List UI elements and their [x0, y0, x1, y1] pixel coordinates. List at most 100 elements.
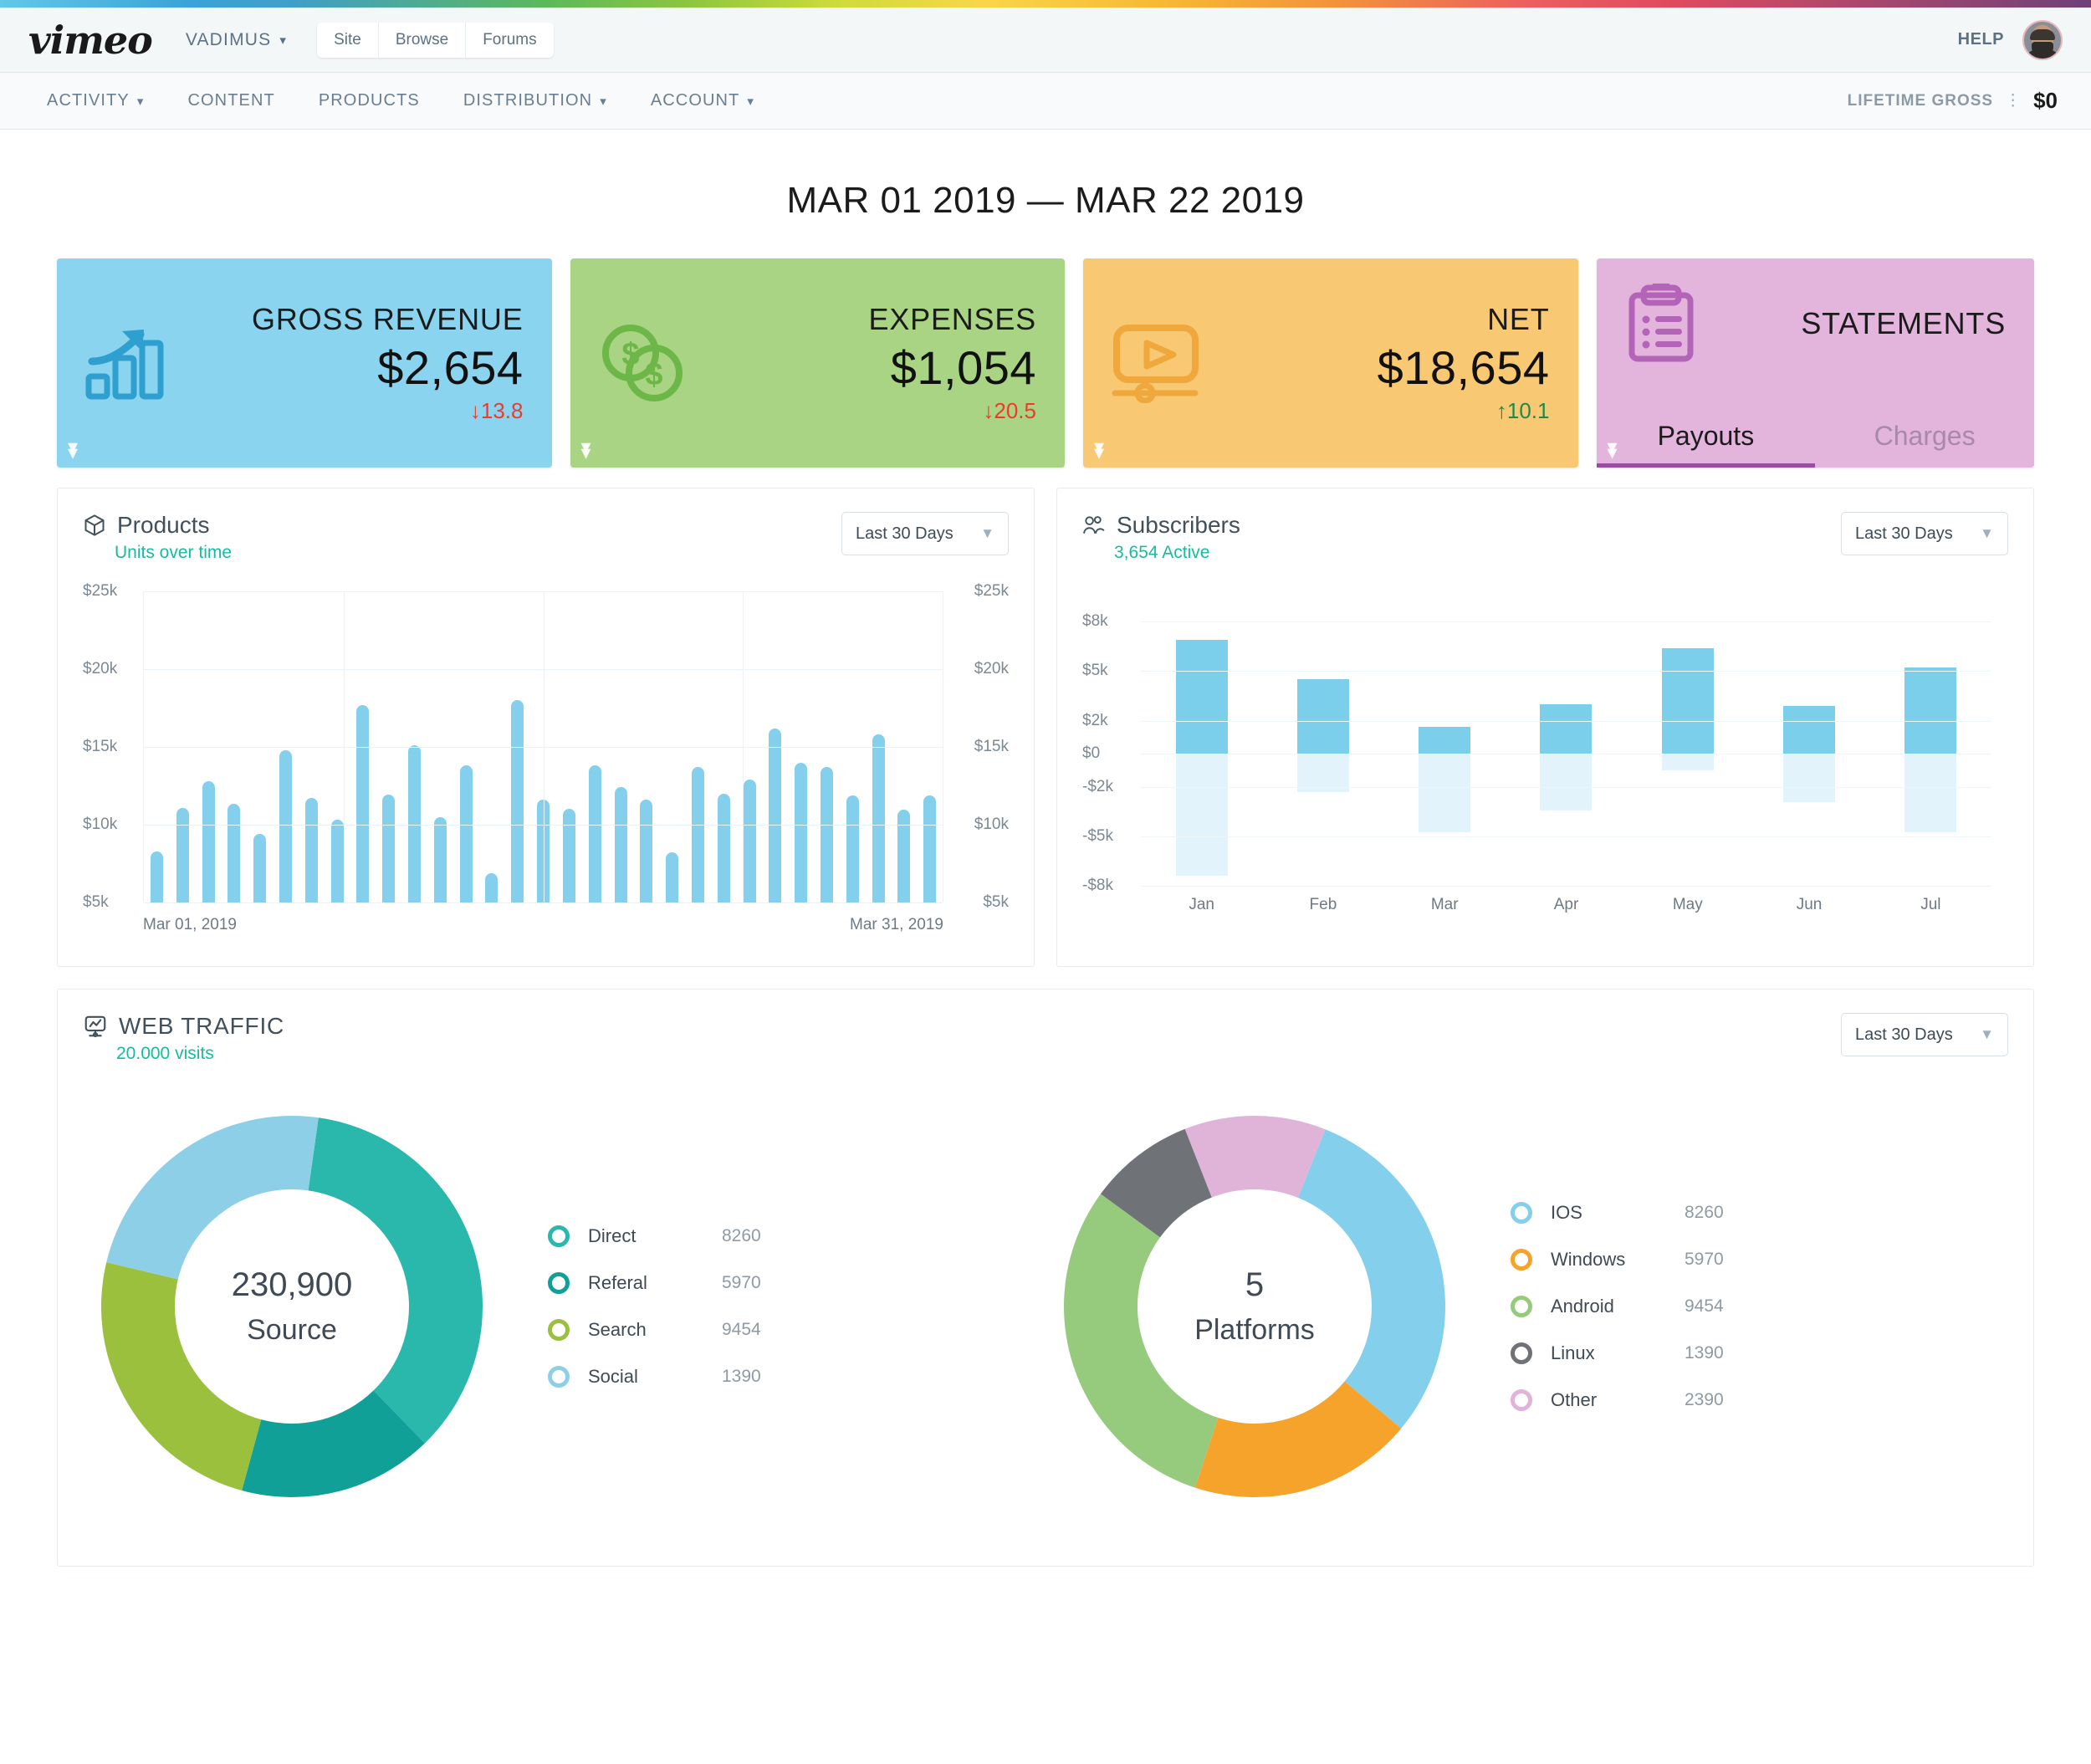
bar-cell[interactable] [633, 800, 659, 902]
platforms-donut[interactable]: 5 Platforms [1046, 1097, 1464, 1516]
bar-cell[interactable] [325, 820, 350, 902]
nav-item-products[interactable]: PRODUCTS [297, 91, 442, 110]
bar[interactable] [744, 780, 756, 902]
bar[interactable] [563, 809, 575, 902]
legend-item[interactable]: Referal5970 [548, 1260, 761, 1306]
bar-cell[interactable] [504, 700, 530, 902]
bar[interactable] [897, 810, 910, 902]
bar-cell[interactable] [221, 804, 247, 902]
bar-cell[interactable] [299, 798, 325, 902]
bar-cell[interactable] [556, 809, 582, 902]
bar[interactable] [718, 794, 730, 902]
bar[interactable] [923, 795, 936, 902]
bar[interactable] [151, 851, 163, 902]
legend-item[interactable]: IOS8260 [1511, 1189, 1724, 1236]
bar[interactable] [769, 729, 781, 902]
expand-chevrons-icon[interactable]: ▾▾ [1094, 441, 1104, 461]
bar-cell[interactable] [685, 767, 711, 902]
bar-lost[interactable] [1783, 754, 1835, 802]
legend-item[interactable]: Linux1390 [1511, 1330, 1724, 1377]
bar-cell[interactable] [711, 794, 737, 902]
bar[interactable] [615, 787, 627, 902]
bar[interactable] [356, 705, 369, 902]
bar-gained[interactable] [1904, 667, 1956, 754]
bar-gained[interactable] [1540, 704, 1592, 754]
nav-item-distribution[interactable]: DISTRIBUTION ▾ [442, 91, 629, 110]
nav-item-account[interactable]: ACCOUNT ▾ [629, 91, 776, 110]
bar-cell[interactable] [453, 765, 479, 902]
bar[interactable] [511, 700, 524, 902]
bar[interactable] [382, 795, 395, 902]
seg-forums[interactable]: Forums [466, 23, 553, 58]
bar-cell[interactable] [840, 795, 866, 902]
bar-lost[interactable] [1176, 754, 1228, 876]
bar-cell[interactable] [479, 873, 505, 902]
bar-cell[interactable] [427, 817, 453, 902]
bar-gained[interactable] [1662, 648, 1714, 754]
legend-item[interactable]: Windows5970 [1511, 1236, 1724, 1283]
kpi-card-expenses[interactable]: $ $ EXPENSES $1,054 ↓20.5 ▾▾ [570, 258, 1066, 468]
web-traffic-range-dropdown[interactable]: Last 30 Days ▼ [1841, 1013, 2008, 1056]
bar[interactable] [640, 800, 652, 902]
bar-gained[interactable] [1419, 727, 1470, 754]
bar-cell[interactable] [170, 808, 196, 902]
legend-item[interactable]: Android9454 [1511, 1283, 1724, 1330]
donut-slice[interactable] [106, 1116, 319, 1280]
bar-cell[interactable] [144, 851, 170, 902]
bar[interactable] [202, 781, 215, 902]
legend-item[interactable]: Search9454 [548, 1306, 761, 1353]
bar-lost[interactable] [1904, 754, 1956, 832]
bar-cell[interactable] [273, 750, 299, 902]
seg-browse[interactable]: Browse [379, 23, 466, 58]
nav-item-content[interactable]: CONTENT [166, 91, 296, 110]
bar-cell[interactable] [196, 781, 222, 902]
overflow-menu-icon[interactable]: ⋮ [2005, 91, 2022, 110]
nav-item-activity[interactable]: ACTIVITY ▾ [25, 91, 166, 110]
bar[interactable] [589, 765, 601, 902]
bar-gained[interactable] [1783, 706, 1835, 754]
products-range-dropdown[interactable]: Last 30 Days ▼ [841, 512, 1009, 555]
bar[interactable] [666, 852, 678, 902]
bar-cell[interactable] [582, 765, 608, 902]
bar[interactable] [331, 820, 344, 902]
bar-cell[interactable] [376, 795, 401, 902]
bar-gained[interactable] [1176, 640, 1228, 754]
bar-cell[interactable] [763, 729, 789, 902]
source-donut[interactable]: 230,900 Source [83, 1097, 501, 1516]
bar[interactable] [460, 765, 473, 902]
account-switcher[interactable]: VADIMUS ▾ [186, 30, 287, 50]
bar[interactable] [485, 873, 498, 902]
bar-cell[interactable] [350, 705, 376, 902]
bar-cell[interactable] [247, 834, 273, 902]
bar[interactable] [176, 808, 189, 902]
legend-item[interactable]: Social1390 [548, 1353, 761, 1400]
bar-cell[interactable] [866, 734, 892, 902]
expand-chevrons-icon[interactable]: ▾▾ [1608, 441, 1618, 461]
bar-lost[interactable] [1662, 754, 1714, 770]
bar-cell[interactable] [788, 763, 814, 902]
bar-cell[interactable] [917, 795, 943, 902]
bar[interactable] [821, 767, 833, 902]
tab-payouts[interactable]: Payouts [1597, 421, 1816, 468]
expand-chevrons-icon[interactable]: ▾▾ [581, 441, 591, 461]
bar[interactable] [872, 734, 885, 902]
bar[interactable] [228, 804, 240, 902]
bar-lost[interactable] [1419, 754, 1470, 832]
help-link[interactable]: HELP [1958, 30, 2004, 49]
bar-cell[interactable] [814, 767, 840, 902]
bar[interactable] [846, 795, 859, 902]
legend-item[interactable]: Other2390 [1511, 1377, 1724, 1424]
bar[interactable] [434, 817, 447, 902]
seg-site[interactable]: Site [317, 23, 379, 58]
kpi-card-net[interactable]: NET $18,654 ↑10.1 ▾▾ [1083, 258, 1578, 468]
bar-cell[interactable] [892, 810, 918, 902]
bar-gained[interactable] [1297, 679, 1349, 754]
kpi-card-gross-revenue[interactable]: GROSS REVENUE $2,654 ↓13.8 ▾▾ [57, 258, 552, 468]
bar[interactable] [305, 798, 318, 902]
donut-slice[interactable] [1298, 1129, 1445, 1429]
bar-lost[interactable] [1540, 754, 1592, 810]
legend-item[interactable]: Direct8260 [548, 1213, 761, 1260]
tab-charges[interactable]: Charges [1815, 421, 2034, 468]
expand-chevrons-icon[interactable]: ▾▾ [68, 441, 78, 461]
bar[interactable] [279, 750, 292, 902]
